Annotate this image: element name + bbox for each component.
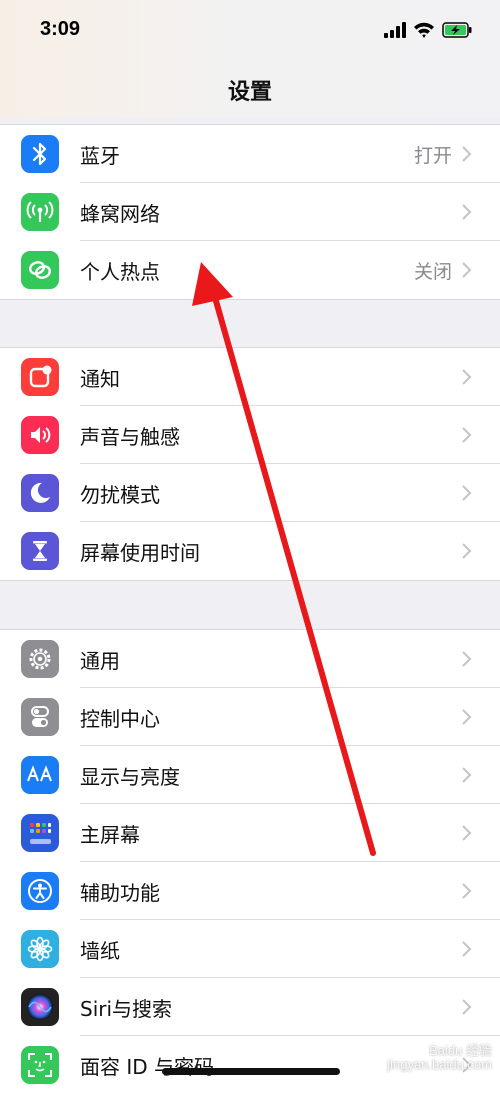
settings-row-label: 通知 (80, 367, 120, 391)
home-indicator (162, 1068, 340, 1075)
chevron-right-icon (462, 883, 472, 899)
settings-row-display-brightness[interactable]: 显示与亮度 (0, 746, 500, 804)
settings-row-label: 个人热点 (80, 260, 160, 284)
moon-icon (21, 474, 59, 512)
page-title: 设置 (227, 80, 272, 105)
cellular-antenna-icon (21, 193, 59, 231)
navigation-bar: 设置 (0, 62, 500, 118)
settings-row-notifications[interactable]: 通知 (0, 348, 500, 406)
settings-row-wallpaper[interactable]: 墙纸 (0, 920, 500, 978)
bluetooth-status-value: 打开 (413, 145, 452, 167)
settings-row-screen-time[interactable]: 屏幕使用时间 (0, 522, 500, 580)
chevron-right-icon (462, 543, 472, 559)
hourglass-icon (21, 532, 59, 570)
speaker-icon (21, 416, 59, 454)
settings-row-label: 通用 (80, 649, 120, 673)
settings-row-label: Siri与搜索 (80, 997, 173, 1021)
settings-row-label: 屏幕使用时间 (80, 541, 200, 565)
home-screen-grid-icon (21, 814, 59, 852)
notifications-icon (21, 358, 59, 396)
settings-row-do-not-disturb[interactable]: 勿扰模式 (0, 464, 500, 522)
chevron-right-icon (462, 485, 472, 501)
signal-icon (384, 22, 406, 38)
chevron-right-icon (462, 941, 472, 957)
gear-icon (21, 640, 59, 678)
settings-row-label: 辅助功能 (80, 881, 160, 905)
hotspot-chain-icon (21, 251, 59, 289)
chevron-right-icon (462, 204, 472, 220)
status-bar: 3:09 (0, 0, 500, 62)
watermark: Baidu 经验 jingyan.baidu.com (387, 1043, 492, 1072)
settings-row-label: 蜂窝网络 (80, 202, 160, 226)
chevron-right-icon (462, 651, 472, 667)
settings-row-label: 显示与亮度 (80, 765, 180, 789)
settings-row-cellular[interactable]: 蜂窝网络 (0, 183, 500, 241)
settings-row-sounds-haptics[interactable]: 声音与触感 (0, 406, 500, 464)
settings-row-accessibility[interactable]: 辅助功能 (0, 862, 500, 920)
settings-row-personal-hotspot[interactable]: 个人热点 关闭 (0, 241, 500, 299)
chevron-right-icon (462, 427, 472, 443)
chevron-right-icon (462, 999, 472, 1015)
status-icons (384, 20, 472, 40)
settings-group-connectivity: 蓝牙 打开 蜂窝网络 个人热点 关闭 (0, 124, 500, 300)
chevron-right-icon (462, 709, 472, 725)
settings-row-label: 墙纸 (80, 939, 120, 963)
settings-row-label: 主屏幕 (80, 823, 140, 847)
settings-row-bluetooth[interactable]: 蓝牙 打开 (0, 125, 500, 183)
hotspot-status-value: 关闭 (413, 261, 452, 283)
chevron-right-icon (462, 825, 472, 841)
flower-icon (21, 930, 59, 968)
chevron-right-icon (462, 262, 472, 278)
settings-group-notifications: 通知 声音与触感 勿扰模式 屏幕使用时间 (0, 347, 500, 581)
accessibility-icon (21, 872, 59, 910)
chevron-right-icon (462, 369, 472, 385)
settings-row-label: 面容 ID 与密码 (80, 1055, 215, 1079)
toggles-icon (21, 698, 59, 736)
settings-row-label: 勿扰模式 (80, 483, 160, 507)
siri-icon (21, 988, 59, 1026)
settings-row-label: 控制中心 (80, 707, 160, 731)
text-size-icon (21, 756, 59, 794)
status-time: 3:09 (40, 18, 81, 40)
settings-row-label: 声音与触感 (80, 425, 180, 449)
settings-row-siri-search[interactable]: Siri与搜索 (0, 978, 500, 1036)
battery-charging-icon (442, 22, 472, 38)
settings-group-general: 通用 控制中心 显示与亮度 主屏幕 辅助功能 墙纸 Siri与搜索 面容 ID … (0, 629, 500, 1094)
chevron-right-icon (462, 146, 472, 162)
chevron-right-icon (462, 767, 472, 783)
settings-row-general[interactable]: 通用 (0, 630, 500, 688)
bluetooth-icon (21, 135, 59, 173)
wifi-icon (414, 22, 434, 38)
settings-row-control-center[interactable]: 控制中心 (0, 688, 500, 746)
settings-row-home-screen[interactable]: 主屏幕 (0, 804, 500, 862)
settings-row-label: 蓝牙 (80, 144, 120, 168)
face-id-icon (21, 1046, 59, 1084)
